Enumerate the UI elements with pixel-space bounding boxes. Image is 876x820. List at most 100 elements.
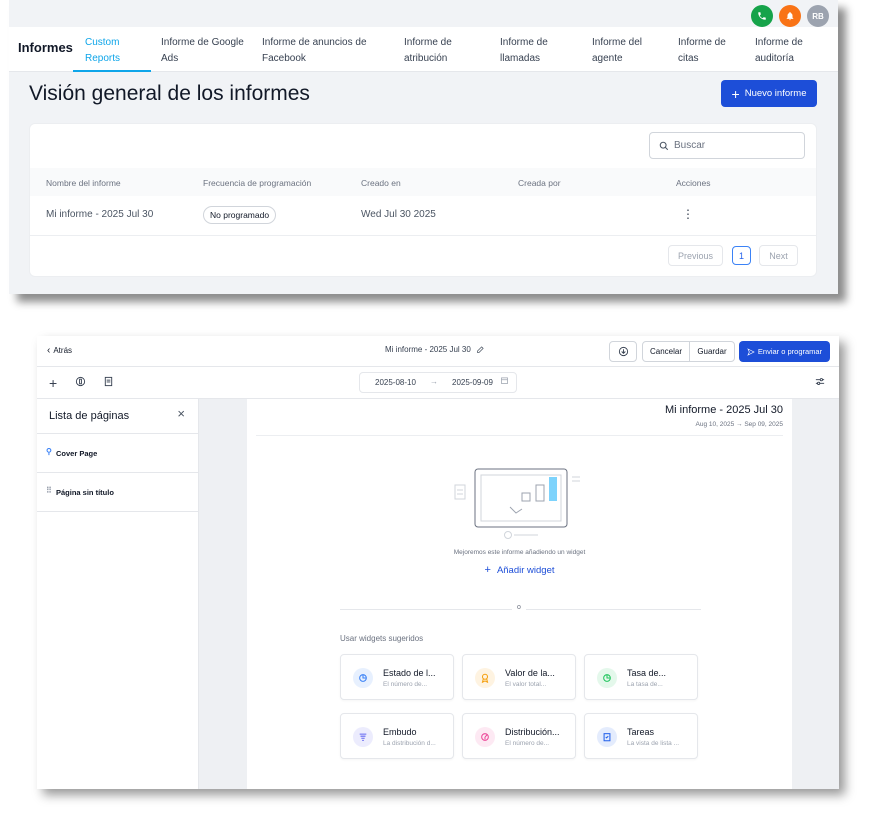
add-widget-label: Añadir widget [496, 565, 555, 576]
previous-page-button[interactable]: Previous [668, 245, 723, 266]
page-list-icon[interactable] [103, 376, 114, 387]
send-label: Enviar o programar [757, 347, 823, 356]
table-row[interactable]: Mi informe - 2025 Jul 30 No programado W… [30, 196, 816, 236]
column-header[interactable]: Nombre del informe [46, 178, 121, 188]
table-header: Nombre del informe Frecuencia de program… [30, 168, 816, 196]
tab-calls[interactable]: Informe de llamadas [500, 35, 548, 67]
tab-label-line1: Informe del [592, 37, 643, 48]
new-report-button[interactable]: + Nuevo informe [721, 80, 817, 107]
canvas-date-range: Aug 10, 2025 → Sep 09, 2025 [695, 421, 783, 428]
tab-label-line1: Informe de [755, 37, 803, 48]
tab-label-line1: Informe de anuncios de [262, 37, 367, 48]
widget-subtitle: La tasa de... [627, 681, 663, 688]
page-list-header: Lista de páginas × [37, 399, 198, 434]
canvas-gutter-right [792, 399, 839, 789]
close-icon[interactable]: × [177, 406, 185, 421]
cancel-button[interactable]: Cancelar [642, 341, 690, 362]
page-number-button[interactable]: 1 [732, 246, 751, 265]
tab-label-line2: Facebook [262, 53, 306, 64]
funnel-icon [353, 727, 373, 747]
add-page-icon[interactable]: + [49, 375, 57, 391]
widget-title: Tareas [627, 727, 655, 737]
brand-title: Informes [18, 40, 73, 55]
frequency-badge: No programado [203, 206, 277, 224]
column-header[interactable]: Frecuencia de programación [203, 178, 311, 188]
date-range-picker[interactable]: 2025-08-10 → 2025-09-09 [359, 372, 517, 393]
settings-sliders-icon[interactable] [814, 376, 826, 387]
download-icon [618, 346, 628, 357]
tab-label-line2: citas [678, 53, 699, 64]
page-item-cover[interactable]: ⚲ Cover Page [37, 434, 198, 473]
tab-label-line1: Informe de [678, 37, 726, 48]
report-title-header: Mi informe - 2025 Jul 30 [385, 345, 485, 354]
pin-icon: ⚲ [46, 447, 52, 456]
page-item-untitled[interactable]: ⠿ Página sin título [37, 473, 198, 512]
reports-tab-bar: Informes Custom Reports Informe de Googl… [9, 27, 838, 72]
save-button[interactable]: Guardar [689, 341, 735, 362]
calendar-icon [500, 376, 509, 387]
page-item-label: Página sin título [56, 488, 114, 497]
widget-subtitle: La distribución d... [383, 740, 436, 747]
active-tab-indicator [73, 70, 151, 72]
report-name[interactable]: Mi informe - 2025 Jul 30 [46, 209, 153, 220]
next-page-button[interactable]: Next [759, 245, 798, 266]
reports-overview-window: RB Informes Custom Reports Informe de Go… [9, 0, 838, 294]
suggested-widget-card[interactable]: Estado de l... El número de... [340, 654, 454, 700]
drag-handle-icon[interactable]: ⠿ [46, 486, 52, 495]
suggested-widget-card[interactable]: Tareas La vista de lista ... [584, 713, 698, 759]
download-button[interactable] [609, 341, 637, 362]
theme-icon[interactable] [75, 376, 86, 387]
top-right-actions: RB [751, 5, 829, 27]
column-header[interactable]: Creada por [518, 178, 561, 188]
tab-appointments[interactable]: Informe de citas [678, 35, 726, 67]
tab-label-line2: Ads [161, 53, 179, 64]
widget-title: Tasa de... [627, 668, 667, 678]
tab-audit[interactable]: Informe de auditoría [755, 35, 803, 67]
suggested-widget-card[interactable]: Distribución... El número de... [462, 713, 576, 759]
widget-title: Valor de la... [505, 668, 555, 678]
page-title: Visión general de los informes [29, 82, 310, 105]
more-actions-icon[interactable]: ⋮ [682, 207, 694, 221]
pencil-icon[interactable] [476, 345, 485, 354]
tab-facebook-ads[interactable]: Informe de anuncios de Facebook [262, 35, 367, 67]
widget-title: Embudo [383, 727, 417, 737]
bell-icon[interactable] [779, 5, 801, 27]
chart-icon [475, 727, 495, 747]
column-header[interactable]: Creado en [361, 178, 401, 188]
tab-google-ads[interactable]: Informe de Google Ads [161, 35, 244, 67]
page-list-title: Lista de páginas [49, 410, 130, 422]
add-widget-button[interactable]: + Añadir widget [247, 565, 792, 577]
new-report-label: Nuevo informe [744, 88, 807, 99]
tab-custom-reports[interactable]: Custom Reports [85, 35, 120, 67]
suggested-widget-card[interactable]: Valor de la... El valor total... [462, 654, 576, 700]
pie-chart-icon [597, 668, 617, 688]
tab-label-line2: atribución [404, 53, 448, 64]
send-or-schedule-button[interactable]: Enviar o programar [739, 341, 830, 362]
back-button[interactable]: ‹ Atrás [47, 345, 72, 356]
created-at: Wed Jul 30 2025 [361, 209, 436, 220]
empty-report-illustration-icon [454, 468, 580, 539]
empty-state-message: Mejoremos este informe añadiendo un widg… [453, 549, 586, 556]
back-label: Atrás [53, 346, 73, 355]
widget-title: Distribución... [505, 727, 560, 737]
report-canvas: Mi informe - 2025 Jul 30 Aug 10, 2025 → … [247, 399, 792, 789]
award-icon [475, 668, 495, 688]
widget-subtitle: El valor total... [505, 681, 547, 688]
suggested-widget-card[interactable]: Embudo La distribución d... [340, 713, 454, 759]
divider [256, 435, 783, 436]
tab-agent[interactable]: Informe del agente [592, 35, 642, 67]
send-icon [747, 347, 755, 356]
phone-icon[interactable] [751, 5, 773, 27]
search-placeholder: Buscar [674, 140, 706, 151]
tab-attribution[interactable]: Informe de atribución [404, 35, 452, 67]
report-editor-window: ‹ Atrás Mi informe - 2025 Jul 30 Cancela… [37, 336, 839, 789]
widget-subtitle: La vista de lista ... [627, 740, 680, 747]
search-input[interactable]: Buscar [649, 132, 805, 159]
user-avatar[interactable]: RB [807, 5, 829, 27]
chevron-left-icon: ‹ [47, 345, 51, 356]
suggested-widget-card[interactable]: Tasa de... La tasa de... [584, 654, 698, 700]
date-to: 2025-09-09 [452, 378, 493, 387]
report-title[interactable]: Mi informe - 2025 Jul 30 [385, 345, 471, 354]
page-list-panel: Lista de páginas × ⚲ Cover Page ⠿ Página… [37, 399, 199, 789]
widget-subtitle: El número de... [505, 740, 550, 747]
